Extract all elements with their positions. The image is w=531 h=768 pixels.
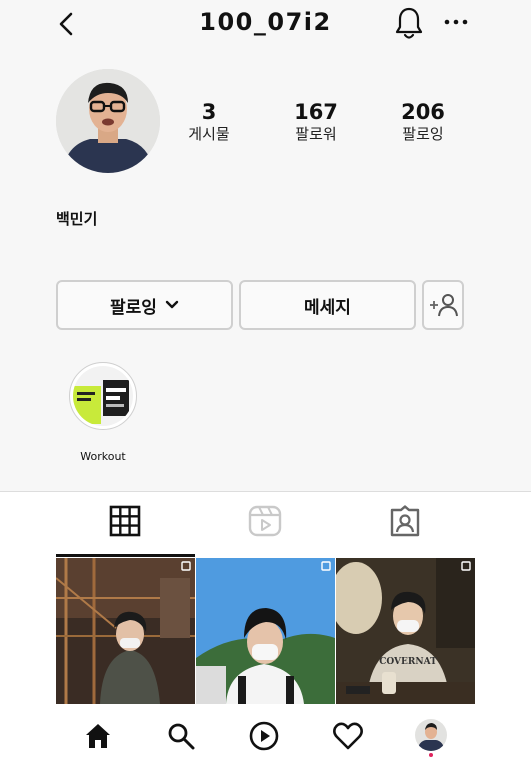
heart-icon[interactable] <box>333 722 363 750</box>
stat-following[interactable]: 206 팔로잉 <box>373 100 473 144</box>
message-button[interactable]: 메세지 <box>239 280 416 330</box>
profile-display-name: 백민기 <box>56 210 98 228</box>
grid-tab-indicator <box>56 554 195 557</box>
stat-following-count: 206 <box>401 100 445 124</box>
reels-play-icon[interactable] <box>249 721 279 751</box>
stat-followers[interactable]: 167 팔로워 <box>266 100 366 144</box>
highlight-workout-thumbnail[interactable] <box>73 366 133 426</box>
home-icon[interactable] <box>84 722 112 750</box>
highlight-label: Workout <box>80 450 126 463</box>
more-icon[interactable] <box>444 18 468 26</box>
post-caption: COVERNAT <box>379 657 437 667</box>
post-thumbnail[interactable] <box>56 558 195 704</box>
following-button[interactable]: 팔로잉 <box>56 280 233 330</box>
add-person-icon <box>428 292 458 318</box>
stat-following-label: 팔로잉 <box>402 125 444 143</box>
bell-icon[interactable] <box>393 6 425 42</box>
notification-dot <box>429 753 433 757</box>
stat-followers-label: 팔로워 <box>295 125 337 143</box>
stat-posts-count: 3 <box>201 100 217 124</box>
profile-tab-avatar[interactable] <box>415 719 447 751</box>
suggest-people-button[interactable] <box>422 280 464 330</box>
chevron-down-icon <box>165 300 179 310</box>
profile-avatar[interactable] <box>56 69 160 173</box>
stat-posts-label: 게시물 <box>188 125 230 143</box>
grid-icon[interactable] <box>109 505 141 537</box>
reels-icon[interactable] <box>248 505 282 537</box>
message-button-label: 메세지 <box>304 297 351 318</box>
following-button-label: 팔로잉 <box>110 297 157 318</box>
stat-followers-count: 167 <box>294 100 338 124</box>
search-icon[interactable] <box>167 722 195 750</box>
post-thumbnail[interactable]: COVERNAT <box>336 558 475 704</box>
tagged-icon[interactable] <box>389 505 421 537</box>
post-thumbnail[interactable] <box>196 558 335 704</box>
stat-posts[interactable]: 3 게시물 <box>159 100 259 144</box>
